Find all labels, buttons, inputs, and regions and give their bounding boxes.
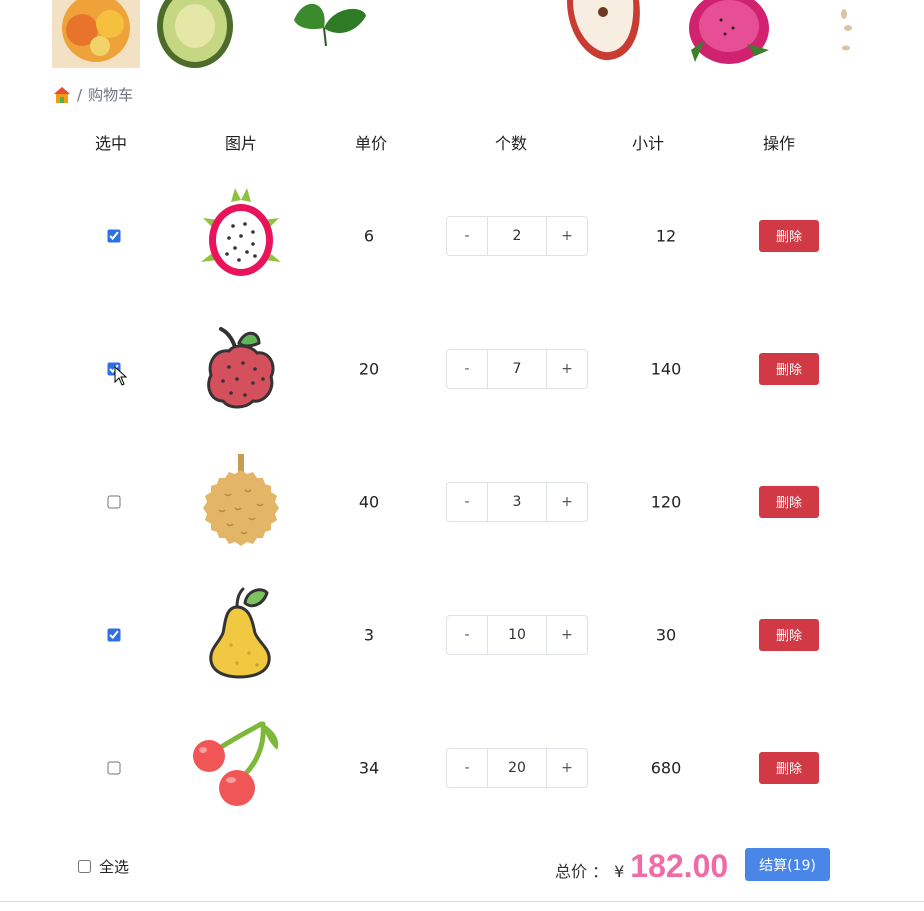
currency-symbol: ¥ <box>614 862 625 881</box>
table-row: 3 - 10 + 30 删除 <box>0 568 924 701</box>
quantity-value[interactable]: 20 <box>487 748 547 787</box>
cherry-icon <box>191 720 283 816</box>
delete-button[interactable]: 删除 <box>759 618 819 651</box>
increment-button[interactable]: + <box>547 350 587 388</box>
total-label: 总价 ： <box>555 862 609 881</box>
row-subtotal: 680 <box>650 758 682 777</box>
breadcrumb: / 购物车 <box>53 84 133 105</box>
select-all-checkbox[interactable] <box>78 860 91 873</box>
pear-icon <box>201 587 281 683</box>
unit-price: 3 <box>363 625 375 644</box>
table-row: 20 - 7 + 140 删除 <box>0 302 924 435</box>
header-quantity: 个数 <box>494 134 527 153</box>
basil-image <box>294 3 366 47</box>
delete-button[interactable]: 删除 <box>759 219 819 252</box>
dragon-fruit-icon <box>201 187 281 284</box>
seeds-image <box>841 9 852 51</box>
decrement-button[interactable]: - <box>447 616 487 654</box>
increment-button[interactable]: + <box>547 483 587 521</box>
dragon-fruit-image <box>689 0 769 64</box>
cart-table-header: 选中 图片 单价 个数 小计 操作 <box>0 130 924 154</box>
unit-price: 6 <box>363 226 375 245</box>
row-checkbox[interactable] <box>107 229 121 242</box>
quantity-stepper: - 10 + <box>446 614 588 655</box>
total-amount: 182.00 <box>630 848 729 884</box>
increment-button[interactable]: + <box>547 217 587 255</box>
table-row: 6 - 2 + 12 删除 <box>0 169 924 302</box>
select-all-label: 全选 <box>99 858 130 876</box>
mouse-pointer-icon <box>114 366 128 386</box>
row-checkbox[interactable] <box>107 495 121 508</box>
header-image: 图片 <box>224 134 257 153</box>
decrement-button[interactable]: - <box>447 483 487 521</box>
quantity-value[interactable]: 7 <box>487 349 547 388</box>
quantity-stepper: - 7 + <box>446 348 588 389</box>
header-subtotal: 小计 <box>631 134 664 153</box>
row-subtotal: 140 <box>650 359 682 378</box>
avocado-image <box>157 0 233 68</box>
select-all[interactable]: 全选 <box>78 856 129 877</box>
decrement-button[interactable]: - <box>447 350 487 388</box>
cart-footer: 全选 总价 ： ¥ 182.00 结算(19) <box>0 840 924 890</box>
papaya-image <box>52 0 140 68</box>
increment-button[interactable]: + <box>547 616 587 654</box>
row-checkbox[interactable] <box>107 628 121 641</box>
total-price: 总价 ： ¥ 182.00 <box>555 848 728 885</box>
header-actions: 操作 <box>762 134 795 153</box>
delete-button[interactable]: 删除 <box>759 751 819 784</box>
header-unit-price: 单价 <box>354 134 387 153</box>
quantity-stepper: - 20 + <box>446 747 588 788</box>
delete-button[interactable]: 删除 <box>759 352 819 385</box>
decrement-button[interactable]: - <box>447 749 487 787</box>
increment-button[interactable]: + <box>547 749 587 787</box>
apple-image <box>567 0 640 61</box>
unit-price: 40 <box>358 492 380 511</box>
checkout-button[interactable]: 结算(19) <box>745 848 830 881</box>
unit-price: 34 <box>358 758 380 777</box>
row-subtotal: 120 <box>650 492 682 511</box>
quantity-value[interactable]: 3 <box>487 482 547 521</box>
quantity-value[interactable]: 10 <box>487 615 547 654</box>
table-row: 40 - 3 + 120 删除 <box>0 435 924 568</box>
delete-button[interactable]: 删除 <box>759 485 819 518</box>
quantity-stepper: - 3 + <box>446 481 588 522</box>
quantity-stepper: - 2 + <box>446 215 588 256</box>
unit-price: 20 <box>358 359 380 378</box>
row-checkbox[interactable] <box>107 761 121 774</box>
durian-icon <box>201 453 281 550</box>
row-subtotal: 30 <box>655 625 677 644</box>
breadcrumb-current: 购物车 <box>88 86 134 104</box>
home-icon[interactable] <box>53 86 71 104</box>
quantity-value[interactable]: 2 <box>487 216 547 255</box>
breadcrumb-separator: / <box>77 85 83 104</box>
table-row: 34 - 20 + 680 删除 <box>0 701 924 834</box>
row-subtotal: 12 <box>655 226 677 245</box>
header-select: 选中 <box>94 134 127 153</box>
divider <box>0 901 924 902</box>
decrement-button[interactable]: - <box>447 217 487 255</box>
banner-strip <box>0 0 924 70</box>
lychee-icon <box>201 321 281 417</box>
